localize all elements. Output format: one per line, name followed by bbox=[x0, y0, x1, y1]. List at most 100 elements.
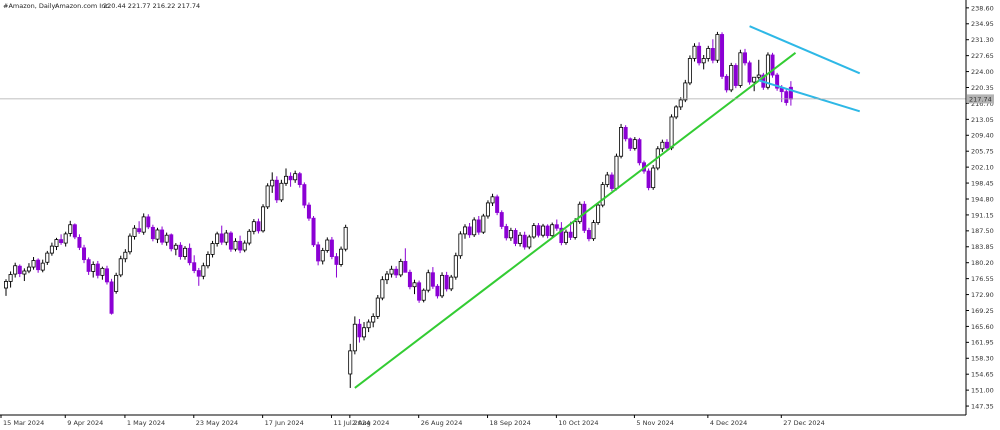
candle bbox=[8, 271, 13, 288]
candle bbox=[265, 183, 270, 210]
candle-body bbox=[334, 256, 339, 265]
candle-body bbox=[8, 274, 13, 282]
candle-body bbox=[674, 106, 679, 118]
candle bbox=[316, 241, 321, 266]
candle-body bbox=[100, 267, 105, 276]
candle bbox=[357, 318, 362, 343]
candle bbox=[522, 231, 527, 250]
candle bbox=[462, 224, 467, 239]
candle-body bbox=[348, 350, 353, 375]
candle bbox=[297, 171, 302, 188]
candle-body bbox=[196, 270, 201, 277]
candle bbox=[513, 228, 518, 247]
candle bbox=[453, 252, 458, 280]
candle-body bbox=[274, 179, 279, 201]
candle bbox=[270, 172, 275, 193]
candle-body bbox=[59, 239, 64, 244]
candle bbox=[100, 266, 105, 280]
candle-body bbox=[132, 227, 137, 237]
candle-body bbox=[720, 34, 725, 77]
candle-body bbox=[733, 65, 738, 86]
candle-body bbox=[311, 217, 316, 246]
price-tick-label: 202.10 bbox=[971, 164, 994, 172]
candle bbox=[40, 259, 45, 273]
price-tick-label: 209.40 bbox=[971, 132, 994, 140]
candle-body bbox=[380, 279, 385, 299]
candle bbox=[224, 229, 229, 246]
candle bbox=[146, 214, 151, 230]
candle-body bbox=[605, 174, 610, 185]
candle-body bbox=[738, 52, 743, 86]
price-tick-label: 154.65 bbox=[971, 371, 994, 379]
candle bbox=[242, 240, 247, 253]
candle bbox=[508, 227, 513, 241]
candle bbox=[559, 222, 564, 246]
candle-body bbox=[31, 260, 36, 268]
trendline-channel-lower bbox=[758, 79, 861, 113]
candle bbox=[481, 213, 486, 234]
candle bbox=[187, 243, 192, 266]
candle bbox=[375, 294, 380, 319]
candle-body bbox=[86, 259, 91, 272]
candle bbox=[637, 137, 642, 166]
candle bbox=[380, 276, 385, 301]
candle bbox=[210, 240, 215, 258]
price-tag-label: 217.74 bbox=[969, 95, 992, 103]
candle bbox=[563, 229, 568, 245]
candle-body bbox=[228, 232, 233, 250]
candle bbox=[706, 45, 711, 62]
time-tick-label: 18 Sep 2024 bbox=[490, 419, 531, 427]
candle bbox=[228, 231, 233, 252]
candle-body bbox=[476, 219, 481, 233]
candle bbox=[183, 246, 188, 260]
candle bbox=[742, 48, 747, 66]
candle bbox=[77, 234, 82, 251]
candle-body bbox=[568, 231, 573, 238]
candle bbox=[467, 222, 472, 238]
candle bbox=[531, 222, 536, 239]
candle bbox=[403, 248, 408, 273]
candle bbox=[449, 274, 454, 292]
candle bbox=[710, 39, 715, 64]
candle-body bbox=[430, 272, 435, 287]
time-tick-label: 5 Nov 2024 bbox=[636, 419, 674, 427]
candle-body bbox=[600, 184, 605, 206]
candle-body bbox=[453, 255, 458, 278]
candle bbox=[747, 60, 752, 85]
candle bbox=[724, 74, 729, 93]
candle bbox=[577, 201, 582, 224]
candle bbox=[605, 171, 610, 188]
candle-body bbox=[339, 248, 344, 265]
candle bbox=[398, 258, 403, 278]
candle bbox=[238, 235, 243, 254]
candle-body bbox=[104, 268, 109, 283]
candle-body bbox=[586, 230, 591, 240]
time-tick-label: 27 Dec 2024 bbox=[783, 419, 825, 427]
candle-body bbox=[669, 116, 674, 149]
candle bbox=[215, 231, 220, 247]
price-tick-label: 147.35 bbox=[971, 402, 994, 410]
candle bbox=[499, 210, 504, 230]
candle-body bbox=[628, 138, 633, 149]
candle-body bbox=[440, 274, 445, 297]
candle-body bbox=[150, 226, 155, 240]
candle-body bbox=[224, 232, 229, 243]
candle-body bbox=[692, 45, 697, 59]
candle-body bbox=[697, 45, 702, 64]
candle bbox=[504, 223, 509, 241]
candle-body bbox=[518, 234, 523, 244]
price-tick-label: 180.20 bbox=[971, 259, 994, 267]
candle-body bbox=[573, 221, 578, 238]
candle bbox=[554, 219, 559, 231]
candle bbox=[251, 219, 256, 235]
candle-body bbox=[114, 274, 119, 292]
candle-body bbox=[242, 242, 247, 251]
time-tick-label: 10 Oct 2024 bbox=[558, 419, 598, 427]
candle-body bbox=[678, 99, 683, 108]
price-tick-label: 165.60 bbox=[971, 323, 994, 331]
candle bbox=[150, 224, 155, 242]
candle bbox=[127, 233, 132, 255]
candlestick-chart: 238.60 234.95 231.30 227.65 224.00 220.35 216.… bbox=[0, 0, 1000, 430]
candle-body bbox=[412, 282, 417, 288]
candle bbox=[72, 223, 77, 240]
